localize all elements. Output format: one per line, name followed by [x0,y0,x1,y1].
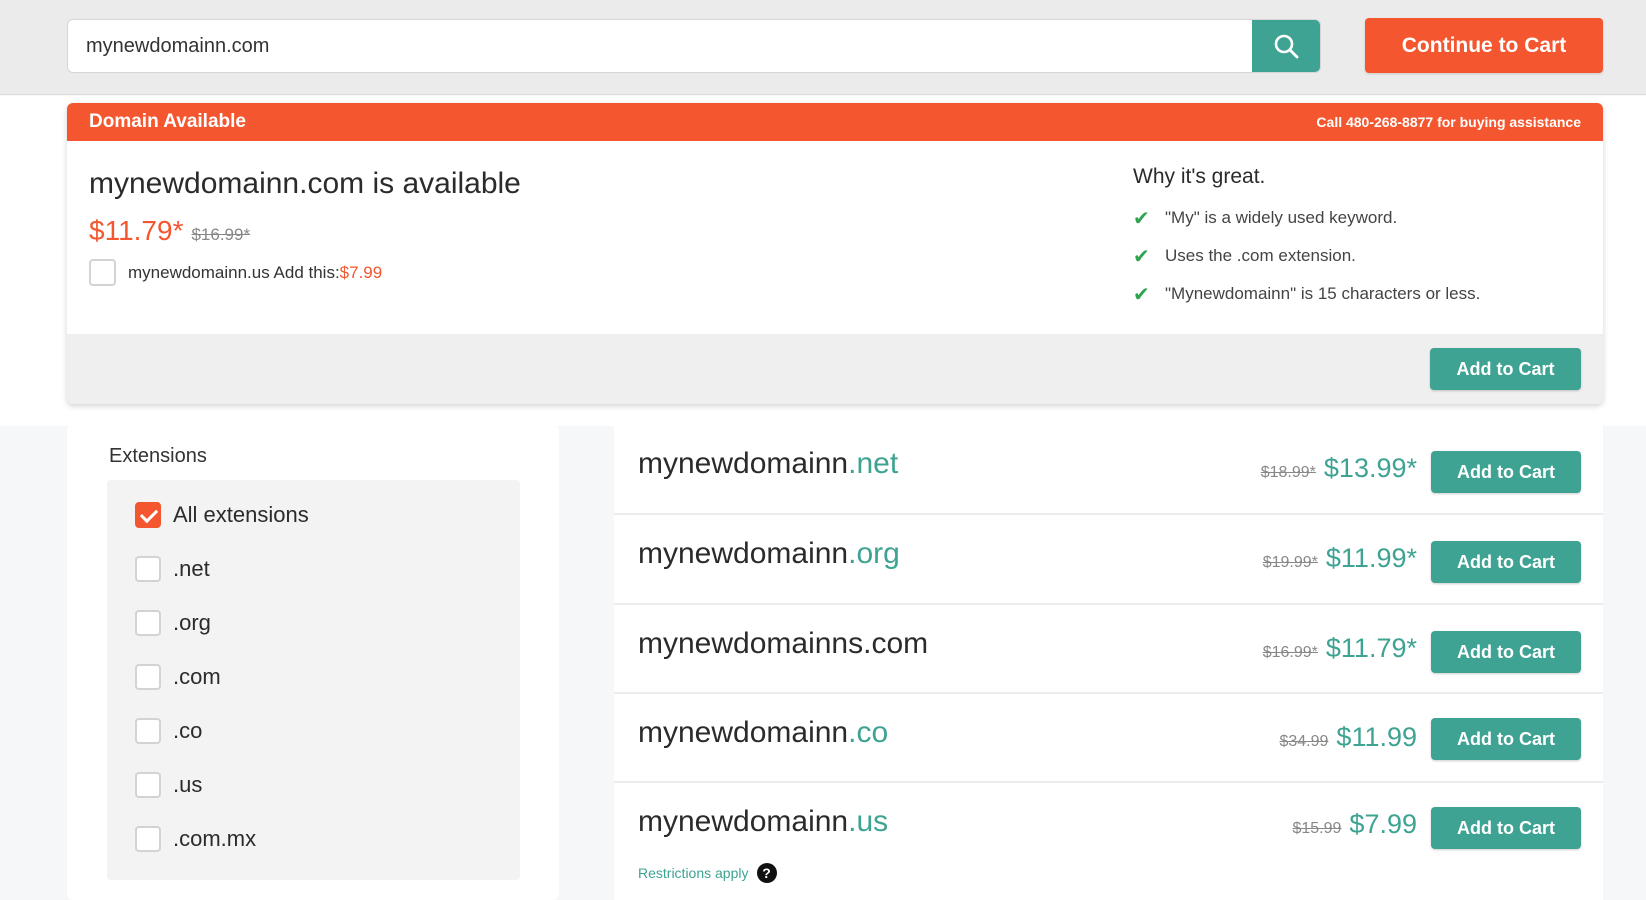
question-circle-icon[interactable]: ? [756,863,777,883]
check-icon: ✔ [1133,283,1150,306]
search-button[interactable] [1252,20,1320,72]
extension-option-com[interactable]: .com [135,664,221,690]
result-price: $13.99* [1323,453,1417,483]
extension-option-com-mx[interactable]: .com.mx [135,826,256,852]
result-price: $11.99* [1325,543,1417,573]
result-row: mynewdomainn.co $34.99 $11.99 Add to Car… [614,694,1603,783]
result-prices: $34.99 $11.99 [1279,722,1417,753]
extension-label: .net [173,556,210,581]
check-icon: ✔ [1133,245,1150,268]
reason-item: ✔ "My" is a widely used keyword. [1133,199,1480,237]
extension-option-all[interactable]: All extensions [135,502,309,528]
restrictions-note: Restrictions apply ? [638,863,777,883]
extension-label: .com [173,664,221,689]
result-old-price: $16.99* [1262,644,1318,661]
addon-offer: mynewdomainn.us Add this:$7.99 [89,259,382,286]
available-old-price: $16.99* [191,225,251,244]
available-domain-title: mynewdomainn.com is available [89,167,521,200]
result-domain-name: mynewdomainn.us [638,805,889,838]
available-price-row: $11.79* $16.99* [89,215,250,247]
reason-text: "My" is a widely used keyword. [1165,208,1398,227]
result-old-price: $19.99* [1262,554,1318,571]
extension-checkbox[interactable] [135,610,161,636]
search-icon [1274,34,1299,59]
extension-label: All extensions [173,502,309,527]
why-its-great: Why it's great. ✔ "My" is a widely used … [1133,165,1480,313]
banner-title: Domain Available [89,111,246,132]
addon-checkbox[interactable] [89,259,116,286]
result-price: $7.99 [1349,809,1417,839]
extension-checkbox[interactable] [135,826,161,852]
extension-checkbox[interactable] [135,664,161,690]
add-to-cart-button[interactable]: Add to Cart [1430,348,1581,390]
search-box [67,19,1321,73]
restrictions-link[interactable]: Restrictions apply [638,865,749,881]
result-row: mynewdomainn.us Restrictions apply ? $15… [614,783,1603,900]
extension-label: .co [173,718,203,743]
reason-item: ✔ "Mynewdomainn" is 15 characters or les… [1133,275,1480,313]
result-old-price: $18.99* [1260,464,1316,481]
reason-text: "Mynewdomainn" is 15 characters or less. [1165,284,1481,303]
result-prices: $18.99* $13.99* [1261,453,1417,484]
result-prices: $15.99 $7.99 [1292,809,1417,840]
extension-option-us[interactable]: .us [135,772,202,798]
extension-checkbox[interactable] [135,502,161,528]
domain-available-banner: Domain Available Call 480-268-8877 for b… [67,103,1603,141]
why-title: Why it's great. [1133,165,1266,188]
domain-results-list: mynewdomainn.net $18.99* $13.99* Add to … [614,425,1603,900]
result-domain-name: mynewdomainns.com [638,627,929,660]
result-old-price: $34.99 [1279,733,1329,750]
add-to-cart-button[interactable]: Add to Cart [1431,541,1581,583]
check-icon: ✔ [1133,207,1150,230]
available-price: $11.79* [89,215,184,246]
result-row: mynewdomainn.net $18.99* $13.99* Add to … [614,425,1603,515]
result-price: $11.79* [1325,633,1417,663]
domain-search-input[interactable] [68,20,1253,72]
extensions-list: All extensions .net .org .com .co .us .c… [107,480,520,880]
add-to-cart-button[interactable]: Add to Cart [1431,807,1581,849]
result-old-price: $15.99 [1292,820,1342,837]
extension-checkbox[interactable] [135,718,161,744]
result-prices: $16.99* $11.79* [1263,633,1417,664]
extension-checkbox[interactable] [135,772,161,798]
extension-label: .org [173,610,211,635]
result-domain-name: mynewdomainn.org [638,537,900,570]
result-row: mynewdomainn.org $19.99* $11.99* Add to … [614,515,1603,605]
buying-assistance-phone: Call 480-268-8877 for buying assistance [1316,114,1581,130]
addon-label: mynewdomainn.us Add this:$7.99 [128,262,383,282]
extension-option-net[interactable]: .net [135,556,210,582]
extensions-title: Extensions [109,445,207,467]
reason-item: ✔ Uses the .com extension. [1133,237,1480,275]
add-to-cart-button[interactable]: Add to Cart [1431,631,1581,673]
addon-price: $7.99 [339,262,383,282]
continue-to-cart-button[interactable]: Continue to Cart [1365,18,1603,73]
result-price: $11.99 [1336,722,1417,752]
domain-available-card: Domain Available Call 480-268-8877 for b… [67,103,1603,404]
result-prices: $19.99* $11.99* [1263,543,1417,574]
extension-label: .us [173,772,203,797]
add-to-cart-button[interactable]: Add to Cart [1431,451,1581,493]
top-bar: Continue to Cart [0,0,1646,95]
result-domain-name: mynewdomainn.net [638,447,899,480]
available-card-footer: Add to Cart [67,334,1603,404]
result-row: mynewdomainns.com $16.99* $11.79* Add to… [614,605,1603,694]
add-to-cart-button[interactable]: Add to Cart [1431,718,1581,760]
extensions-filter-panel: Extensions All extensions .net .org .com… [67,425,559,900]
available-body: mynewdomainn.com is available $11.79* $1… [67,141,1603,334]
result-domain-name: mynewdomainn.co [638,716,889,749]
extension-option-co[interactable]: .co [135,718,202,744]
extension-checkbox[interactable] [135,556,161,582]
extension-option-org[interactable]: .org [135,610,211,636]
extension-label: .com.mx [173,826,257,851]
reason-text: Uses the .com extension. [1165,246,1356,265]
